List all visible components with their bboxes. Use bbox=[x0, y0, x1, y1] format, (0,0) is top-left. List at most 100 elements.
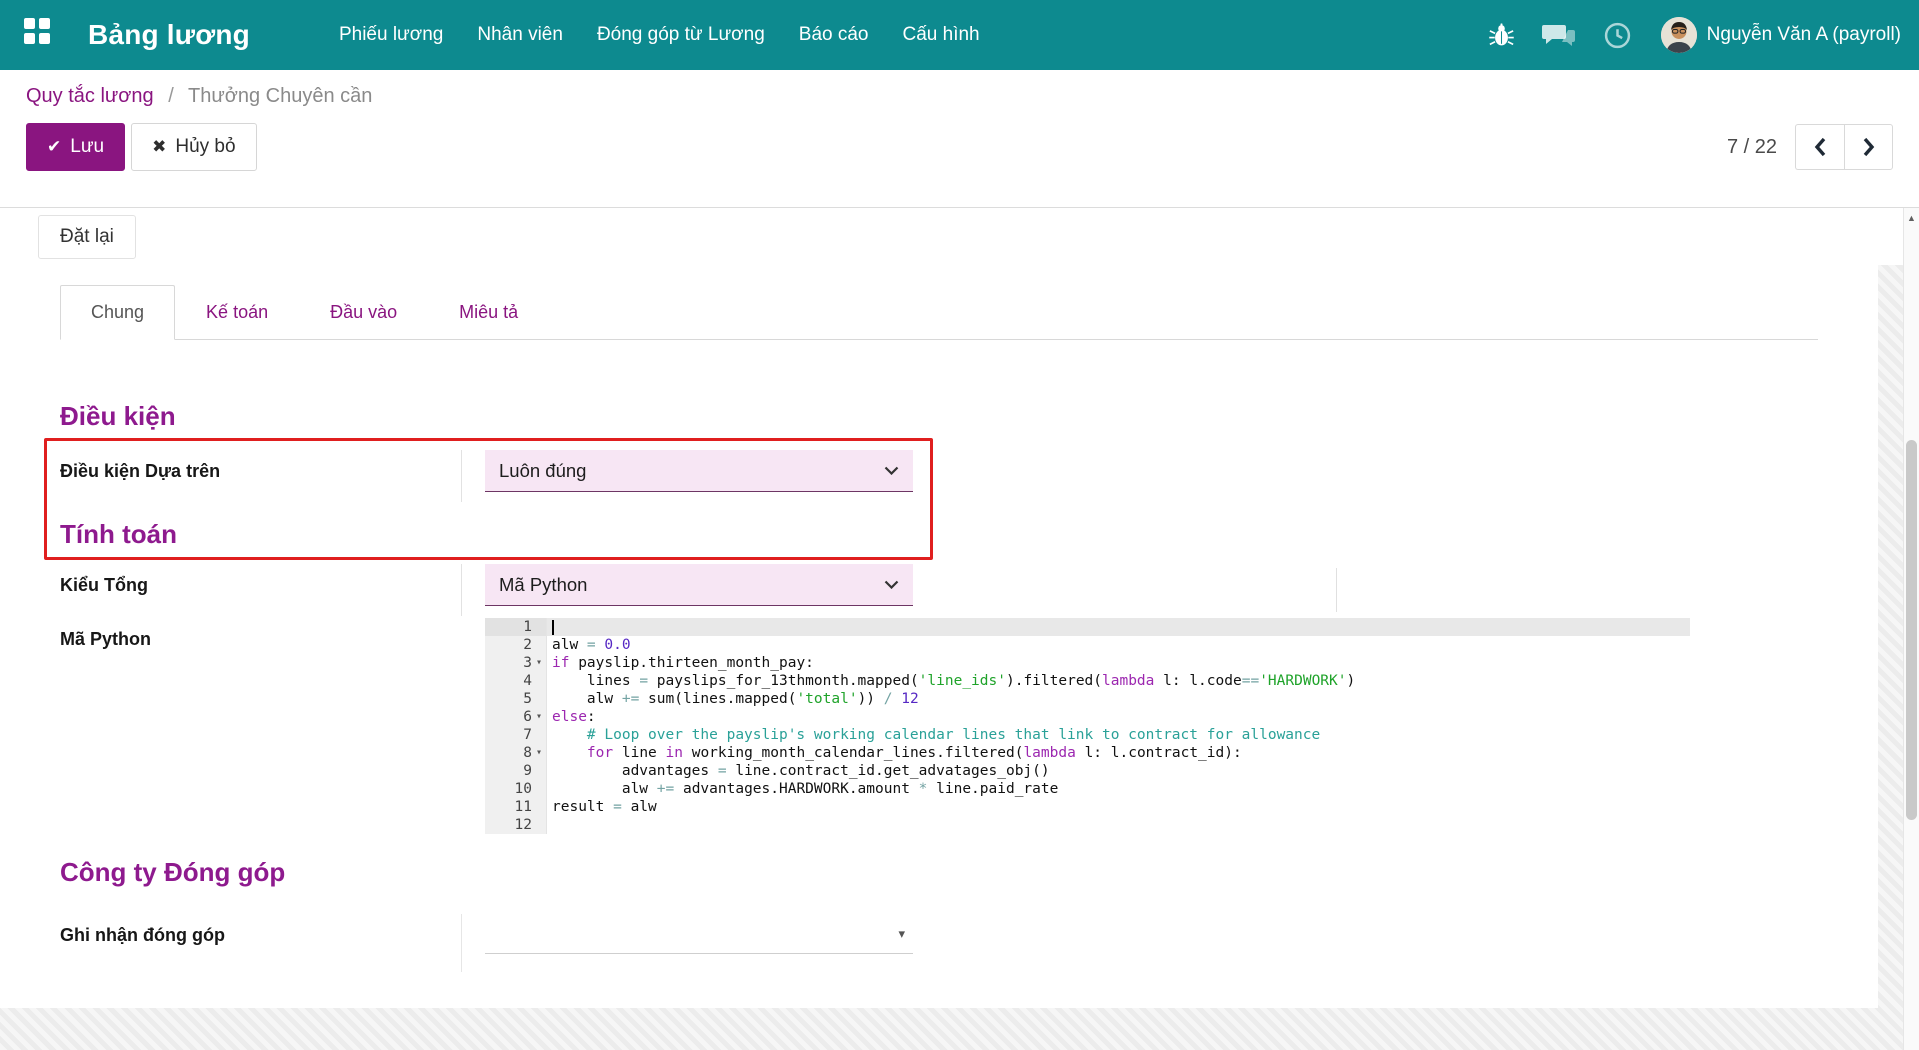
code-line-11[interactable]: 11 result = alw bbox=[485, 798, 1690, 816]
code-text: lines = payslips_for_13thmonth.mapped('l… bbox=[552, 673, 1356, 689]
scroll-up-arrow-icon[interactable]: ▲ bbox=[1904, 210, 1919, 226]
code-line-7[interactable]: 7 # Loop over the payslip's working cale… bbox=[485, 726, 1690, 744]
form-content: Chung Kế toán Đầu vào Miêu tả Điều kiện Điề… bbox=[0, 265, 1903, 1050]
line-number: 2 bbox=[485, 636, 547, 654]
menu-item-4[interactable]: Cấu hình bbox=[891, 14, 992, 56]
breadcrumb-parent-link[interactable]: Quy tắc lương bbox=[26, 85, 154, 107]
control-panel: Quy tắc lương / Thưởng Chuyên cần ✔ Lưu … bbox=[0, 70, 1919, 208]
python-code-editor[interactable]: 1 2 alw = 0.0 3 ▾ if payslip.thirteen_month_p… bbox=[485, 618, 1690, 834]
code-text: if payslip.thirteen_month_pay: bbox=[552, 655, 814, 671]
save-button-label: Lưu bbox=[70, 136, 105, 157]
amount-type-select[interactable]: Mã Python bbox=[485, 564, 913, 606]
form-statusbar: Đặt lại bbox=[0, 208, 1919, 265]
scrollbar-thumb[interactable] bbox=[1906, 440, 1917, 820]
code-text: for line in working_month_calendar_lines… bbox=[586, 745, 1242, 761]
line-number: 9 bbox=[485, 762, 547, 780]
user-avatar[interactable] bbox=[1660, 17, 1697, 53]
pager-previous-button[interactable] bbox=[1795, 124, 1844, 170]
chevron-left-icon bbox=[1814, 137, 1826, 157]
app-title[interactable]: Bảng lương bbox=[88, 19, 250, 51]
fold-arrow-icon[interactable]: ▾ bbox=[532, 708, 546, 726]
breadcrumb-current: Thưởng Chuyên cần bbox=[188, 85, 373, 107]
line-number: 6 ▾ bbox=[485, 708, 547, 726]
pager-next-button[interactable] bbox=[1844, 124, 1893, 170]
code-text: advantages = line.contract_id.get_advata… bbox=[552, 763, 1050, 779]
chevron-right-icon bbox=[1863, 137, 1874, 157]
code-line-1[interactable]: 1 bbox=[485, 618, 1690, 636]
line-number: 10 bbox=[485, 780, 547, 798]
code-line-3[interactable]: 3 ▾ if payslip.thirteen_month_pay: bbox=[485, 654, 1690, 672]
menu-item-0[interactable]: Phiếu lương bbox=[327, 14, 455, 56]
code-line-8[interactable]: 8 ▾ for line in working_month_calendar_li… bbox=[485, 744, 1690, 762]
menu-item-3[interactable]: Báo cáo bbox=[787, 14, 881, 56]
form-sheet: Chung Kế toán Đầu vào Miêu tả Điều kiện Điề… bbox=[0, 265, 1878, 1008]
navbar-right: Nguyễn Văn A (payroll) bbox=[1461, 17, 1901, 53]
code-text: result = alw bbox=[552, 799, 657, 815]
menu-item-1[interactable]: Nhân viên bbox=[465, 14, 575, 56]
main-menu: Phiếu lương Nhân viên Đóng góp từ Lương Báo… bbox=[322, 14, 997, 56]
activities-clock-icon[interactable] bbox=[1604, 22, 1631, 49]
line-number: 4 bbox=[485, 672, 547, 690]
user-menu[interactable]: Nguyễn Văn A (payroll) bbox=[1707, 24, 1901, 46]
apps-menu-icon[interactable] bbox=[24, 18, 58, 52]
chevron-down-icon bbox=[884, 466, 899, 475]
contribution-section-title: Công ty Đóng góp bbox=[60, 857, 286, 887]
line-number: 5 bbox=[485, 690, 547, 708]
x-icon: ✖ bbox=[152, 137, 167, 156]
pager: 7 / 22 bbox=[1727, 124, 1893, 170]
code-text: else: bbox=[552, 709, 596, 725]
code-text bbox=[547, 618, 554, 636]
text-cursor bbox=[552, 619, 554, 635]
contribution-register-field[interactable]: ▾ bbox=[485, 914, 913, 954]
line-number: 12 bbox=[485, 816, 547, 834]
page-root: Bảng lương Phiếu lương Nhân viên Đóng góp … bbox=[0, 0, 1919, 1050]
line-number: 8 ▾ bbox=[485, 744, 547, 762]
amount-type-value: Mã Python bbox=[499, 573, 588, 595]
line-number: 3 ▾ bbox=[485, 654, 547, 672]
menu-item-2[interactable]: Đóng góp từ Lương bbox=[585, 14, 777, 56]
code-line-10[interactable]: 10 alw += advantages.HARDWORK.amount * l… bbox=[485, 780, 1690, 798]
code-line-12[interactable]: 12 bbox=[485, 816, 1690, 834]
save-button[interactable]: ✔ Lưu bbox=[26, 123, 126, 171]
code-text: # Loop over the payslip's working calend… bbox=[552, 727, 1321, 743]
condition-based-on-select[interactable]: Luôn đúng bbox=[485, 450, 913, 492]
avatar-photo bbox=[1660, 17, 1697, 53]
amount-type-label: Kiểu Tổng bbox=[60, 564, 462, 616]
code-text: alw += advantages.HARDWORK.amount * line… bbox=[552, 781, 1059, 797]
bug-icon bbox=[1488, 22, 1514, 45]
code-text: alw = 0.0 bbox=[552, 637, 631, 653]
debug-bug-icon[interactable] bbox=[1488, 22, 1514, 49]
fold-arrow-icon[interactable]: ▾ bbox=[532, 744, 546, 762]
computation-section-title: Tính toán bbox=[60, 519, 177, 549]
reset-button[interactable]: Đặt lại bbox=[38, 214, 136, 259]
tab-1[interactable]: Kế toán bbox=[175, 285, 299, 340]
code-line-6[interactable]: 6 ▾ else: bbox=[485, 708, 1690, 726]
tab-3[interactable]: Miêu tả bbox=[428, 285, 549, 340]
code-line-5[interactable]: 5 alw += sum(lines.mapped('total')) / 12 bbox=[485, 690, 1690, 708]
tab-2[interactable]: Đầu vào bbox=[299, 285, 428, 340]
vertical-scrollbar[interactable]: ▲ bbox=[1903, 208, 1919, 1050]
contribution-register-label: Ghi nhận đóng góp bbox=[60, 914, 462, 972]
condition-based-on-label: Điều kiện Dựa trên bbox=[60, 450, 462, 502]
tab-0[interactable]: Chung bbox=[60, 285, 176, 340]
code-line-9[interactable]: 9 advantages = line.contract_id.get_adva… bbox=[485, 762, 1690, 780]
caret-down-icon: ▾ bbox=[898, 925, 905, 941]
clock-icon bbox=[1604, 22, 1630, 48]
condition-section: Điều kiện Điều kiện Dựa trên Luôn đúng bbox=[44, 398, 1818, 560]
group-column-separator bbox=[1336, 568, 1337, 612]
pager-value: 7 / 22 bbox=[1726, 135, 1777, 158]
chevron-down-icon bbox=[884, 580, 899, 589]
chat-bubbles-icon bbox=[1541, 25, 1575, 46]
notebook-tabs: Chung Kế toán Đầu vào Miêu tả bbox=[60, 285, 1818, 340]
check-icon: ✔ bbox=[47, 137, 62, 156]
code-line-2[interactable]: 2 alw = 0.0 bbox=[485, 636, 1690, 654]
fold-arrow-icon[interactable]: ▾ bbox=[532, 654, 546, 672]
messages-chat-icon[interactable] bbox=[1541, 22, 1576, 48]
line-number: 1 bbox=[485, 618, 547, 636]
line-number: 11 bbox=[485, 798, 547, 816]
line-number: 7 bbox=[485, 726, 547, 744]
discard-button[interactable]: ✖ Hủy bỏ bbox=[131, 123, 257, 171]
discard-button-label: Hủy bỏ bbox=[175, 136, 236, 157]
code-line-4[interactable]: 4 lines = payslips_for_13thmonth.mapped(… bbox=[485, 672, 1690, 690]
